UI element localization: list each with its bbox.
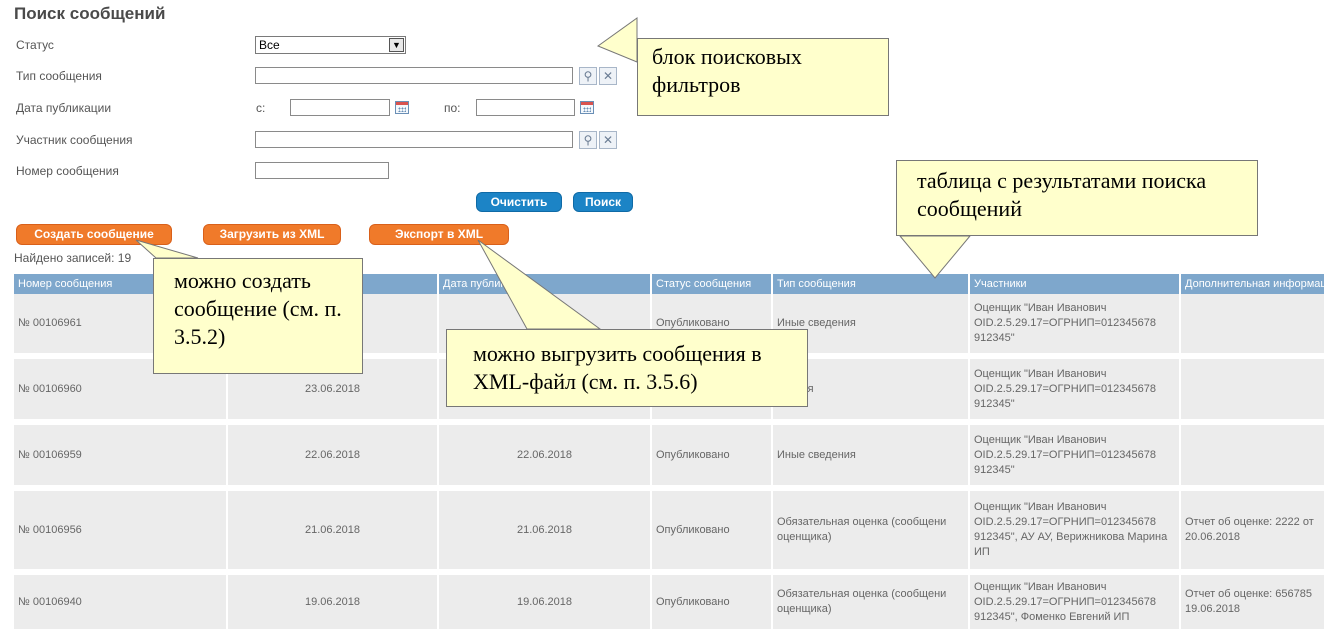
export-callout: можно выгрузить сообщения в XML-файл (см… — [446, 329, 808, 407]
create-callout: можно создать сообщение (см. п. 3.5.2) — [153, 258, 363, 374]
table-callout: таблица с результатами поиска сообщений — [896, 160, 1258, 236]
filters-callout: блок поисковых фильтров — [637, 38, 889, 116]
